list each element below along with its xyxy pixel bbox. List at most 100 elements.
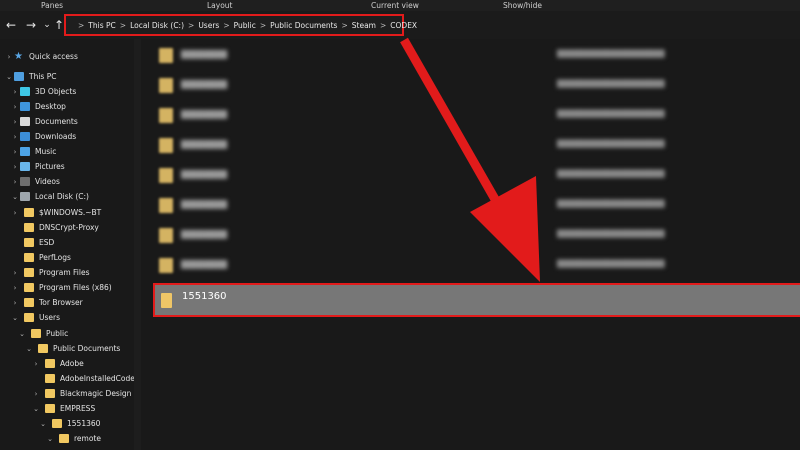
forward-arrow-icon[interactable]: → xyxy=(24,18,38,32)
sidebar-item-quick-access[interactable]: › ★ Quick access xyxy=(4,49,78,64)
sidebar-item-adobe-installed-codecs[interactable]: AdobeInstalledCodecs xyxy=(45,371,143,386)
sidebar-item-label: Music xyxy=(35,147,57,156)
file-date-blurred: ████████████████████ xyxy=(557,230,665,238)
file-name-blurred: ████████ xyxy=(181,170,228,179)
sidebar-item-label: Local Disk (C:) xyxy=(35,192,89,201)
chevron-right-icon[interactable]: › xyxy=(10,148,20,156)
breadcrumb-this-pc[interactable]: This PC xyxy=(88,21,115,30)
chevron-right-icon[interactable]: › xyxy=(10,133,20,141)
disk-icon xyxy=(20,192,30,201)
sidebar-item-label: Downloads xyxy=(35,132,77,141)
sidebar-item-documents[interactable]: › Documents xyxy=(10,114,78,129)
breadcrumb-public-documents[interactable]: Public Documents xyxy=(270,21,337,30)
file-date-blurred: ████████████████████ xyxy=(557,260,665,268)
sidebar-item-label: Desktop xyxy=(35,102,66,111)
ribbon-group-labels: Panes Layout Current view Show/hide xyxy=(0,0,800,11)
sidebar-item-1551360[interactable]: ⌄ 1551360 xyxy=(38,416,100,431)
folder-icon xyxy=(24,313,34,322)
sidebar-item-label: $WINDOWS.~BT xyxy=(39,208,102,217)
sidebar-item-public[interactable]: ⌄ Public xyxy=(17,326,68,341)
breadcrumb-codex[interactable]: CODEX xyxy=(390,21,417,30)
sidebar-item-public-documents[interactable]: ⌄ Public Documents xyxy=(24,341,120,356)
sidebar-item-empress[interactable]: ⌄ EMPRESS xyxy=(31,401,95,416)
chevron-right-icon[interactable]: › xyxy=(10,103,20,111)
breadcrumb-separator[interactable]: > xyxy=(260,21,266,30)
sidebar-item-esd[interactable]: ESD xyxy=(24,235,54,250)
folder-icon xyxy=(24,208,34,217)
file-row-selected[interactable]: 1551360 xyxy=(153,283,800,317)
sidebar-item-label: 1551360 xyxy=(67,419,101,428)
breadcrumb-steam[interactable]: Steam xyxy=(352,21,376,30)
sidebar-item-desktop[interactable]: › Desktop xyxy=(10,99,66,114)
chevron-right-icon[interactable]: › xyxy=(10,178,20,186)
breadcrumb-public[interactable]: Public xyxy=(234,21,256,30)
sidebar-item-blackmagic-design[interactable]: › Blackmagic Design xyxy=(31,386,131,401)
file-row[interactable]: ████████ ████████████████████ xyxy=(155,251,795,281)
address-bar[interactable]: > This PC > Local Disk (C:) > Users > Pu… xyxy=(64,14,417,36)
chevron-right-icon[interactable]: › xyxy=(10,299,20,307)
sidebar-item-this-pc[interactable]: ⌄ This PC xyxy=(4,69,56,84)
sidebar-item-3d-objects[interactable]: › 3D Objects xyxy=(10,84,76,99)
sidebar-item-dnscrypt-proxy[interactable]: DNSCrypt-Proxy xyxy=(24,220,99,235)
file-row[interactable]: ████████ ████████████████████ xyxy=(155,41,795,71)
chevron-right-icon[interactable]: › xyxy=(10,284,20,292)
file-row[interactable]: ████████ ████████████████████ xyxy=(155,221,795,251)
chevron-down-icon[interactable]: ⌄ xyxy=(17,330,27,338)
folder-icon xyxy=(31,329,41,338)
ribbon-group-show-hide: Show/hide xyxy=(503,1,542,10)
breadcrumb-separator[interactable]: > xyxy=(223,21,229,30)
sidebar-item-pictures[interactable]: › Pictures xyxy=(10,159,65,174)
file-row[interactable]: ████████ ████████████████████ xyxy=(155,101,795,131)
breadcrumb-users[interactable]: Users xyxy=(198,21,219,30)
sidebar-item-windows-bt[interactable]: › $WINDOWS.~BT xyxy=(10,205,101,220)
sidebar-item-program-files-x86[interactable]: › Program Files (x86) xyxy=(10,280,112,295)
sidebar-item-perflogs[interactable]: PerfLogs xyxy=(24,250,71,265)
file-row[interactable]: ████████ ████████████████████ xyxy=(155,191,795,221)
folder-icon xyxy=(159,108,173,123)
sidebar-item-program-files[interactable]: › Program Files xyxy=(10,265,90,280)
chevron-down-icon[interactable]: ⌄ xyxy=(10,193,20,201)
sidebar-item-label: Documents xyxy=(35,117,78,126)
pictures-icon xyxy=(20,162,30,171)
chevron-down-icon[interactable]: ⌄ xyxy=(45,435,55,443)
breadcrumb-local-disk[interactable]: Local Disk (C:) xyxy=(130,21,184,30)
sidebar-item-downloads[interactable]: › Downloads xyxy=(10,129,76,144)
chevron-right-icon[interactable]: › xyxy=(10,88,20,96)
chevron-down-icon[interactable]: ⌄ xyxy=(10,314,20,322)
file-name-blurred: ████████ xyxy=(181,230,228,239)
back-arrow-icon[interactable]: ← xyxy=(4,18,18,32)
sidebar-scrollbar[interactable] xyxy=(134,39,141,450)
file-name: 1551360 xyxy=(182,291,227,302)
breadcrumb-separator[interactable]: > xyxy=(341,21,347,30)
chevron-down-icon[interactable]: ⌄ xyxy=(38,420,48,428)
file-row[interactable]: ████████ ████████████████████ xyxy=(155,71,795,101)
sidebar-item-local-disk[interactable]: ⌄ Local Disk (C:) xyxy=(10,189,89,204)
sidebar-item-users[interactable]: ⌄ Users xyxy=(10,310,60,325)
sidebar-item-remote[interactable]: ⌄ remote xyxy=(45,431,101,446)
sidebar-item-tor-browser[interactable]: › Tor Browser xyxy=(10,295,83,310)
breadcrumb-separator[interactable]: > xyxy=(120,21,126,30)
chevron-right-icon[interactable]: › xyxy=(10,269,20,277)
sidebar-item-adobe[interactable]: › Adobe xyxy=(31,356,84,371)
file-row[interactable]: ████████ ████████████████████ xyxy=(155,161,795,191)
breadcrumb-separator[interactable]: > xyxy=(188,21,194,30)
chevron-right-icon[interactable]: › xyxy=(31,360,41,368)
chevron-right-icon[interactable]: › xyxy=(4,53,14,61)
videos-icon xyxy=(20,177,30,186)
chevron-down-icon[interactable]: ⌄ xyxy=(4,73,14,81)
sidebar-item-label: Pictures xyxy=(35,162,65,171)
chevron-right-icon[interactable]: › xyxy=(10,163,20,171)
file-name-blurred: ████████ xyxy=(181,200,228,209)
sidebar-item-music[interactable]: › Music xyxy=(10,144,56,159)
file-name-blurred: ████████ xyxy=(181,140,228,149)
chevron-down-icon[interactable]: ⌄ xyxy=(31,405,41,413)
file-list: ████████ ████████████████████ ████████ █… xyxy=(141,39,800,450)
chevron-right-icon[interactable]: › xyxy=(10,118,20,126)
breadcrumb-separator[interactable]: > xyxy=(380,21,386,30)
file-row[interactable]: ████████ ████████████████████ xyxy=(155,131,795,161)
chevron-right-icon[interactable]: › xyxy=(10,209,20,217)
sidebar-item-label: remote xyxy=(74,434,101,443)
chevron-right-icon[interactable]: › xyxy=(31,390,41,398)
sidebar-item-videos[interactable]: › Videos xyxy=(10,174,60,189)
chevron-down-icon[interactable]: ⌄ xyxy=(24,345,34,353)
